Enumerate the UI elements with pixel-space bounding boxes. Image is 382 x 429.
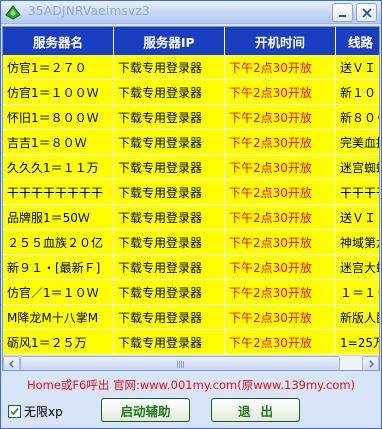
start-assist-button[interactable]: 启动辅助 bbox=[101, 398, 190, 422]
route-cell: 迷宫蜘蛛 bbox=[336, 155, 379, 180]
route-cell: 1=25万 bbox=[336, 330, 379, 355]
table-row[interactable]: 怀旧1＝８００Ｗ下载专用登录器下午2点30开放新８０Ｃ bbox=[3, 105, 379, 130]
table-body: 仿官1＝２７０下载专用登录器下午2点30开放送ＶＩＰ仿官1＝１００Ｗ下载专用登录… bbox=[3, 55, 379, 355]
server-ip-cell: 下载专用登录器 bbox=[114, 130, 225, 155]
close-button[interactable] bbox=[356, 3, 377, 22]
minimize-icon bbox=[338, 14, 346, 17]
open-time-cell: 下午2点30开放 bbox=[225, 180, 336, 205]
unlimited-xp-label: 无限xp bbox=[24, 405, 63, 419]
unlimited-xp-checkbox[interactable] bbox=[8, 405, 21, 418]
column-header-open-time[interactable]: 开机时间 bbox=[225, 27, 336, 55]
server-name-cell: 仿官1＝２７０ bbox=[3, 55, 114, 80]
table-header: 服务器名 服务器IP 开机时间 线路 bbox=[3, 27, 379, 55]
table-row[interactable]: 久久久1＝１１万下载专用登录器下午2点30开放迷宫蜘蛛 bbox=[3, 155, 379, 180]
title-bar[interactable]: 35ADJNRVaeimsvz3 bbox=[1, 1, 381, 24]
official-site-hint[interactable]: Home或F6呼出 官网:www.001my.com(原www.139my.co… bbox=[1, 377, 381, 393]
minimize-button[interactable] bbox=[332, 3, 353, 22]
table-row[interactable]: 品牌服1＝50Ｗ下载专用登录器下午2点30开放送ＶＩＰ bbox=[3, 205, 379, 230]
column-header-route[interactable]: 线路 bbox=[336, 27, 379, 55]
route-cell: 送ＶＩＰ bbox=[336, 205, 379, 230]
arrow-left-icon bbox=[8, 359, 14, 368]
app-window: 35ADJNRVaeimsvz3 服务器名 服务器IP 开机时间 线路 仿官1＝… bbox=[0, 0, 382, 429]
arrow-right-icon bbox=[368, 359, 374, 368]
route-cell: 新１０ bbox=[336, 80, 379, 105]
server-ip-cell: 下载专用登录器 bbox=[114, 105, 225, 130]
open-time-cell: 下午2点30开放 bbox=[225, 330, 336, 355]
scroll-grip-icon bbox=[177, 361, 185, 368]
server-ip-cell: 下载专用登录器 bbox=[114, 155, 225, 180]
table-row[interactable]: 砺风1＝２５万下载专用登录器下午2点30开放1=25万 bbox=[3, 330, 379, 355]
route-cell: 神域第六 bbox=[336, 230, 379, 255]
table-row[interactable]: 仿官1＝１００Ｗ 下载专用登录器 下午2点30开放 新１０ bbox=[3, 80, 379, 105]
server-ip-cell: 下载专用登录器 bbox=[114, 330, 225, 355]
server-name-cell: 干干干干干干干干 bbox=[3, 180, 114, 205]
server-ip-cell: 下载专用登录器 bbox=[114, 180, 225, 205]
server-ip-cell: 下载专用登录器 bbox=[114, 205, 225, 230]
server-name-cell: 砺风1＝２５万 bbox=[3, 330, 114, 355]
scroll-left-button[interactable] bbox=[3, 356, 20, 370]
table-row[interactable]: 干干干干干干干干下载专用登录器下午2点30开放干干干干 bbox=[3, 180, 379, 205]
column-header-server-name[interactable]: 服务器名 bbox=[3, 27, 114, 55]
server-name-cell: 仿官／1＝１０Ｗ bbox=[3, 280, 114, 305]
open-time-cell: 下午2点30开放 bbox=[225, 130, 336, 155]
exit-button[interactable]: 退出 bbox=[211, 398, 300, 422]
server-name-cell: M降龙M十八掌M bbox=[3, 305, 114, 330]
open-time-cell: 下午2点30开放 bbox=[225, 205, 336, 230]
server-name-cell: 品牌服1＝50Ｗ bbox=[3, 205, 114, 230]
table-row[interactable]: 吉吉1＝８０Ｗ下载专用登录器下午2点30开放完美血损 bbox=[3, 130, 379, 155]
server-list-grid[interactable]: 服务器名 服务器IP 开机时间 线路 仿官1＝２７０ 下载专用登录器 下午2点30开… bbox=[2, 26, 380, 371]
horizontal-scrollbar[interactable] bbox=[3, 355, 379, 370]
route-cell: １＝１０ bbox=[336, 280, 379, 305]
checkmark-icon bbox=[10, 407, 19, 416]
server-name-cell: 吉吉1＝８０Ｗ bbox=[3, 130, 114, 155]
open-time-cell: 下午2点30开放 bbox=[225, 105, 336, 130]
server-ip-cell: 下载专用登录器 bbox=[114, 80, 225, 105]
server-name-cell: 仿官1＝１００Ｗ bbox=[3, 80, 114, 105]
window-title: 35ADJNRVaeimsvz3 bbox=[28, 4, 151, 18]
scroll-right-button[interactable] bbox=[362, 356, 379, 370]
route-cell: 完美血损 bbox=[336, 130, 379, 155]
table-row[interactable]: 新９１・[最新Ｆ]下载专用登录器下午2点30开放迷宫大蜘 bbox=[3, 255, 379, 280]
route-cell: 新８０Ｃ bbox=[336, 105, 379, 130]
open-time-cell: 下午2点30开放 bbox=[225, 280, 336, 305]
open-time-cell: 下午2点30开放 bbox=[225, 230, 336, 255]
server-ip-cell: 下载专用登录器 bbox=[114, 55, 225, 80]
server-name-cell: 新９１・[最新Ｆ] bbox=[3, 255, 114, 280]
server-ip-cell: 下载专用登录器 bbox=[114, 255, 225, 280]
unlimited-xp-option[interactable]: 无限xp bbox=[8, 403, 63, 420]
column-header-server-ip[interactable]: 服务器IP bbox=[114, 27, 225, 55]
route-cell: 干干干干 bbox=[336, 180, 379, 205]
open-time-cell: 下午2点30开放 bbox=[225, 80, 336, 105]
route-cell: 新版人民 bbox=[336, 305, 379, 330]
route-cell: 送ＶＩＰ bbox=[336, 55, 379, 80]
server-name-cell: 久久久1＝１１万 bbox=[3, 155, 114, 180]
open-time-cell: 下午2点30开放 bbox=[225, 155, 336, 180]
server-name-cell: 怀旧1＝８００Ｗ bbox=[3, 105, 114, 130]
table-row[interactable]: M降龙M十八掌M下载专用登录器下午2点30开放新版人民 bbox=[3, 305, 379, 330]
open-time-cell: 下午2点30开放 bbox=[225, 255, 336, 280]
open-time-cell: 下午2点30开放 bbox=[225, 55, 336, 80]
table-row[interactable]: ２５５血族２０亿下载专用登录器下午2点30开放神域第六 bbox=[3, 230, 379, 255]
server-ip-cell: 下载专用登录器 bbox=[114, 230, 225, 255]
route-cell: 迷宫大蜘 bbox=[336, 255, 379, 280]
server-name-cell: ２５５血族２０亿 bbox=[3, 230, 114, 255]
table-row[interactable]: 仿官／1＝１０Ｗ下载专用登录器下午2点30开放１＝１０ bbox=[3, 280, 379, 305]
scroll-thumb[interactable] bbox=[20, 356, 340, 370]
table-row[interactable]: 仿官1＝２７０下载专用登录器下午2点30开放送ＶＩＰ bbox=[3, 55, 379, 80]
close-icon bbox=[361, 7, 372, 18]
open-time-cell: 下午2点30开放 bbox=[225, 305, 336, 330]
server-ip-cell: 下载专用登录器 bbox=[114, 305, 225, 330]
server-ip-cell: 下载专用登录器 bbox=[114, 280, 225, 305]
app-icon bbox=[5, 5, 21, 20]
